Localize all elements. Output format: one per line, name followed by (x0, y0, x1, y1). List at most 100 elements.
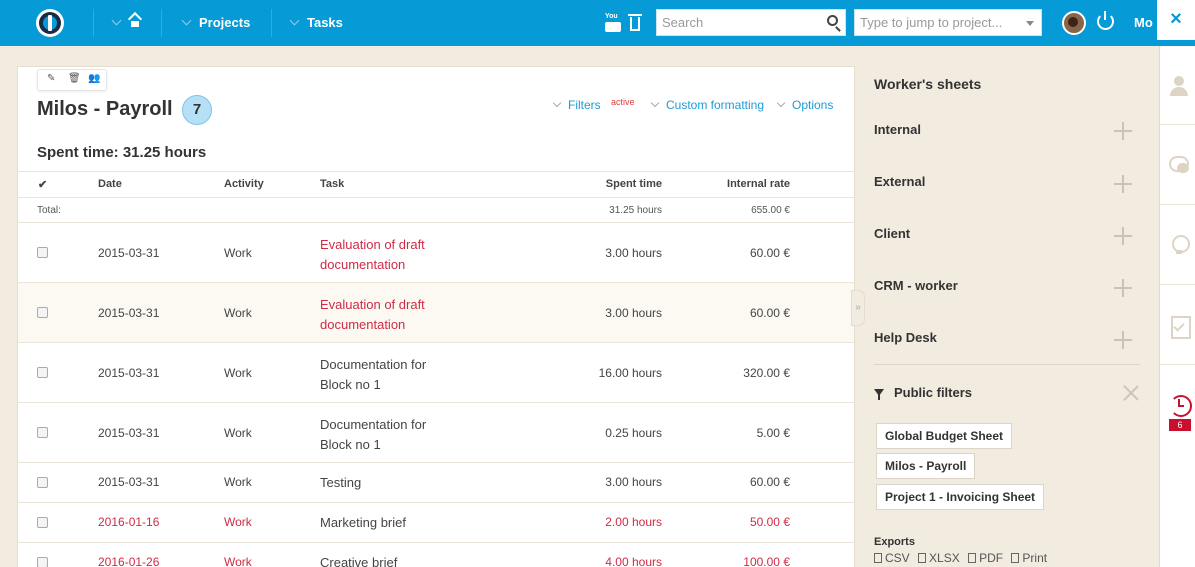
row-checkbox[interactable] (37, 517, 48, 528)
count-badge: 7 (182, 95, 212, 125)
total-spent-time: 31.25 hours (609, 205, 662, 216)
row-checkbox[interactable] (37, 307, 48, 318)
user-avatar[interactable] (1062, 11, 1086, 35)
table-row[interactable]: 2016-01-16 Work Marketing brief 2.00 hou… (18, 503, 854, 543)
column-header-activity[interactable]: Activity (224, 178, 264, 190)
row-task-link[interactable]: Creative brief (320, 555, 397, 567)
document-icon (968, 553, 977, 563)
table-row[interactable]: 2015-03-31 Work Testing 3.00 hours 60.00… (18, 463, 854, 503)
row-checkbox[interactable] (37, 427, 48, 438)
custom-formatting-link[interactable]: Custom formatting (650, 98, 764, 112)
chevron-down-icon (181, 15, 192, 26)
row-internal-rate: 60.00 € (749, 306, 790, 320)
chat-icon[interactable] (1169, 155, 1189, 175)
export-xlsx-label: XLSX (929, 551, 960, 565)
sheet-label: Client (874, 226, 911, 241)
filters-link[interactable]: Filters (552, 98, 601, 112)
public-filter-chip[interactable]: Milos - Payroll (876, 453, 976, 479)
search-box (656, 9, 846, 36)
row-internal-rate: 5.00 € (756, 426, 790, 440)
row-checkbox[interactable] (37, 477, 48, 488)
user-icon[interactable] (1169, 76, 1189, 96)
chevron-down-icon (552, 98, 562, 108)
history-clock-icon[interactable] (1169, 395, 1192, 417)
search-icon[interactable] (827, 15, 838, 26)
more-menu[interactable]: Mo (1134, 0, 1153, 46)
column-header-task[interactable]: Task (320, 178, 344, 190)
collapse-sidebar-handle[interactable]: » (851, 290, 865, 326)
clipboard-check-icon[interactable] (1169, 315, 1191, 339)
column-header-internal-rate[interactable]: Internal rate (727, 178, 790, 190)
lightbulb-icon[interactable] (1169, 235, 1190, 255)
table-row[interactable]: 2015-03-31 Work Documentation for Block … (18, 403, 854, 463)
row-checkbox[interactable] (37, 367, 48, 378)
row-activity: Work (224, 475, 252, 489)
export-xlsx-link[interactable]: XLSX (918, 551, 960, 565)
close-x-icon[interactable] (1123, 385, 1139, 401)
export-csv-link[interactable]: CSV (874, 551, 910, 565)
divider (1160, 364, 1195, 365)
logout-power-icon[interactable] (1097, 11, 1114, 30)
sheet-item-help-desk[interactable]: Help Desk (874, 328, 1140, 380)
table-row[interactable]: 2015-03-31 Work Evaluation of draft docu… (18, 223, 854, 283)
add-plus-icon[interactable] (1114, 122, 1132, 140)
row-task-link[interactable]: Testing (320, 475, 361, 490)
public-filter-chip[interactable]: Global Budget Sheet (876, 423, 1013, 449)
export-links: CSV XLSX PDF Print (874, 551, 1052, 565)
nav-tasks[interactable]: Tasks (289, 0, 343, 46)
row-activity: Work (224, 306, 252, 320)
public-filters-label: Public filters (894, 385, 973, 400)
add-plus-icon[interactable] (1114, 331, 1132, 349)
document-icon (918, 553, 927, 563)
row-task-link[interactable]: Documentation for Block no 1 (320, 415, 450, 455)
table-row[interactable]: 2016-01-26 Work Creative brief 4.00 hour… (18, 543, 854, 567)
row-spent-time: 4.00 hours (605, 555, 662, 567)
users-icon[interactable]: 👥 (88, 73, 100, 84)
app-logo-icon[interactable] (36, 9, 64, 37)
select-all-checkmark[interactable]: ✔ (38, 178, 47, 191)
column-header-spent-time[interactable]: Spent time (606, 178, 662, 190)
row-activity: Work (224, 555, 252, 567)
row-task-link[interactable]: Evaluation of draft documentation (320, 235, 450, 275)
close-sidebar-button[interactable]: × (1157, 0, 1195, 40)
top-navigation-bar: Projects Tasks You Type to jump to proje… (0, 0, 1195, 46)
row-task-link[interactable]: Marketing brief (320, 515, 406, 530)
home-menu[interactable] (111, 0, 141, 46)
row-task-link[interactable]: Evaluation of draft documentation (320, 295, 450, 335)
export-pdf-link[interactable]: PDF (968, 551, 1003, 565)
options-link[interactable]: Options (776, 98, 833, 112)
search-input[interactable] (657, 10, 817, 35)
public-filter-chip[interactable]: Project 1 - Invoicing Sheet (876, 484, 1045, 510)
filters-label: Filters (568, 98, 601, 112)
sheet-item-crm-worker[interactable]: CRM - worker (874, 276, 1140, 328)
trash-icon[interactable]: 🗑 (68, 73, 81, 84)
nav-projects[interactable]: Projects (181, 0, 250, 46)
row-checkbox[interactable] (37, 247, 48, 258)
filter-funnel-icon (874, 389, 884, 400)
row-activity: Work (224, 366, 252, 380)
sheet-item-external[interactable]: External (874, 172, 1140, 224)
youtube-icon[interactable]: You (605, 13, 621, 33)
jump-to-project-select[interactable]: Type to jump to project... (854, 9, 1042, 36)
chevron-down-icon (776, 98, 786, 108)
page-title: Milos - Payroll (37, 98, 173, 120)
column-header-date[interactable]: Date (98, 178, 122, 190)
sheet-label: Help Desk (874, 330, 937, 345)
add-plus-icon[interactable] (1114, 279, 1132, 297)
home-icon (129, 17, 141, 28)
pencil-icon[interactable]: ✎ (47, 73, 55, 84)
add-plus-icon[interactable] (1114, 175, 1132, 193)
print-label: Print (1022, 551, 1048, 565)
table-row[interactable]: 2015-03-31 Work Evaluation of draft docu… (18, 283, 854, 343)
table-row[interactable]: 2015-03-31 Work Documentation for Block … (18, 343, 854, 403)
add-plus-icon[interactable] (1114, 227, 1132, 245)
sheet-item-client[interactable]: Client (874, 224, 1140, 276)
trash-icon[interactable] (628, 14, 642, 31)
row-task-link[interactable]: Documentation for Block no 1 (320, 355, 450, 395)
sheet-item-internal[interactable]: Internal (874, 120, 1140, 172)
print-link[interactable]: Print (1011, 551, 1047, 565)
row-spent-time: 3.00 hours (605, 475, 662, 489)
row-spent-time: 3.00 hours (605, 246, 662, 260)
row-checkbox[interactable] (37, 557, 48, 567)
divider (1160, 284, 1195, 285)
